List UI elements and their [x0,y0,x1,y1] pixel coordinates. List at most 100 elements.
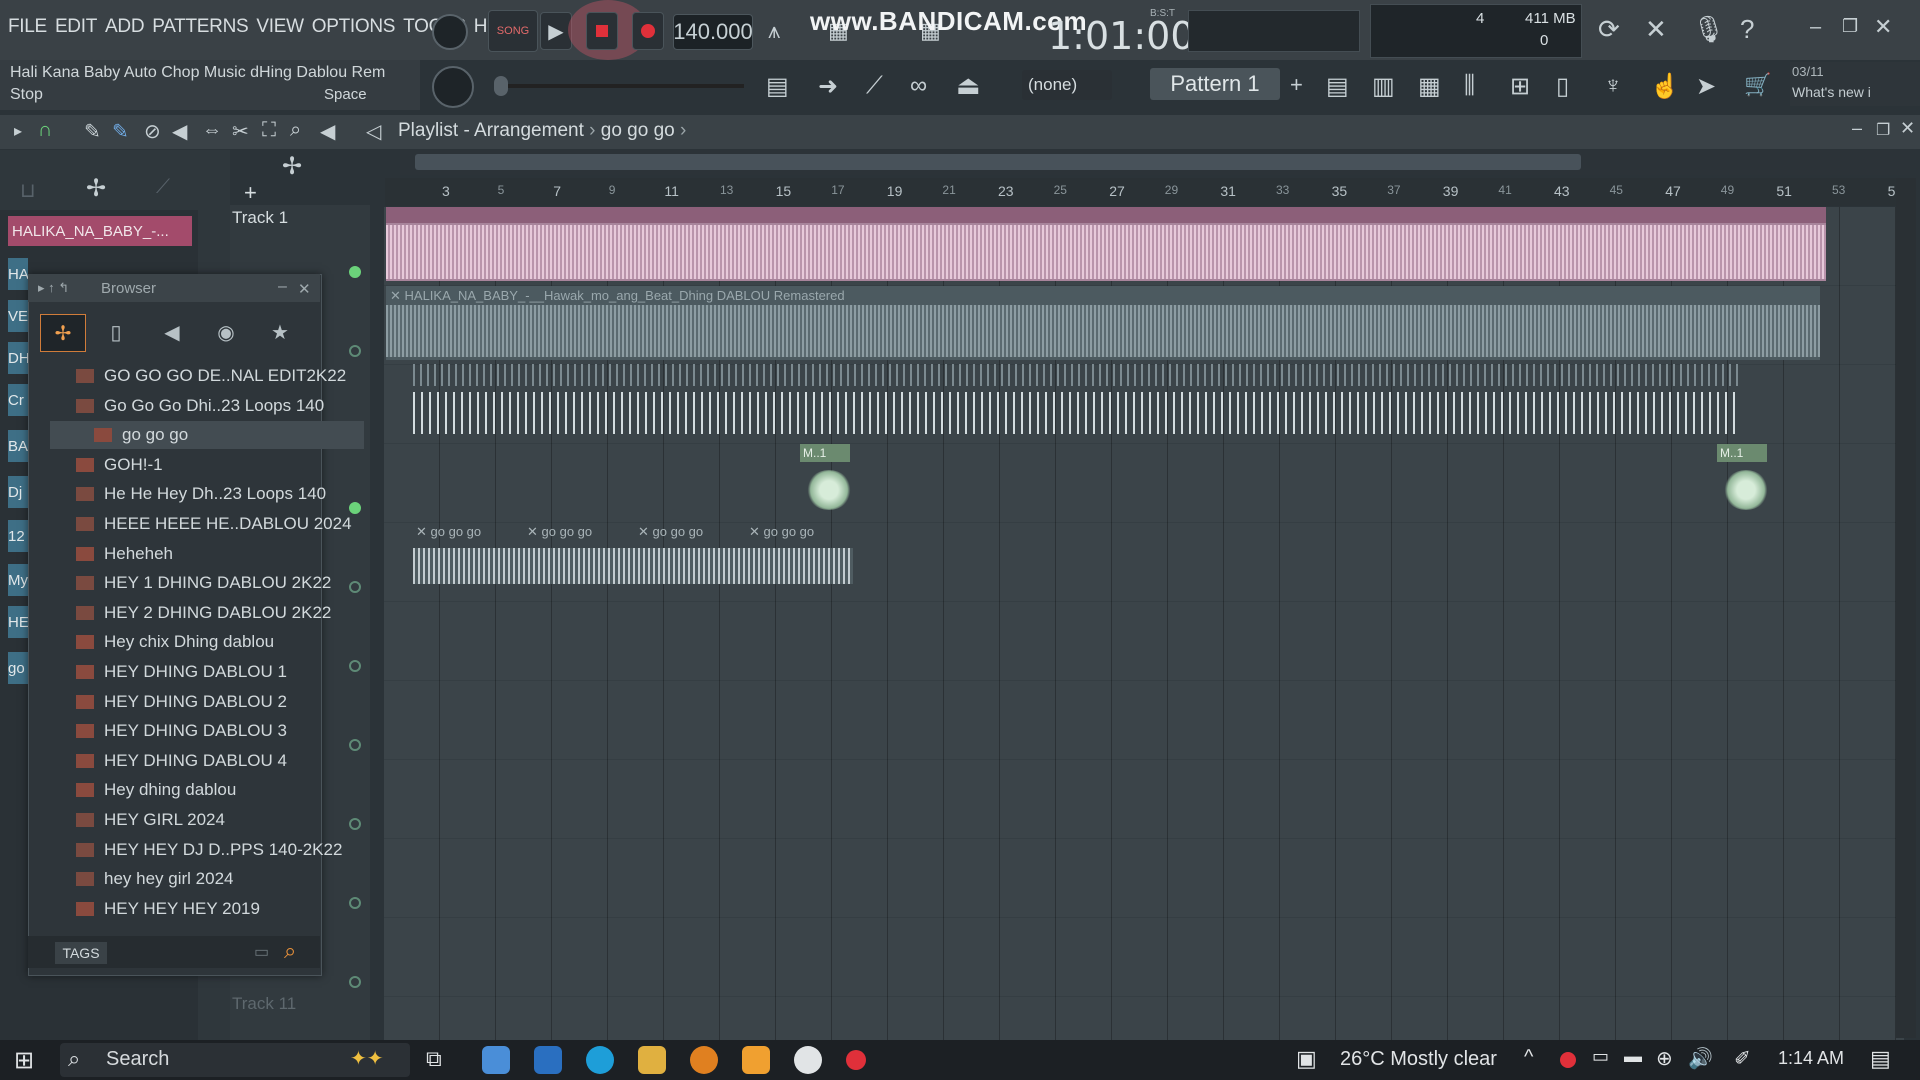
browser-header[interactable] [28,274,320,302]
playlist-breadcrumb[interactable]: go go go [601,120,675,141]
picker-automation-icon[interactable]: ⟋ [156,176,170,199]
recorder-app-icon[interactable] [794,1046,822,1074]
browser-item[interactable]: Hey dhing dablou [76,776,320,804]
side-tab[interactable]: Dj [8,476,28,508]
master-pitch-slider[interactable] [500,84,744,88]
edge-icon[interactable] [586,1046,614,1074]
volume-icon[interactable]: 🔊 [1688,1046,1713,1071]
side-tab[interactable]: HA [8,258,29,290]
zoom-tool-icon[interactable]: ⌕ [290,119,301,142]
browser-item[interactable]: HEY 1 DHING DABLOU 2K22 [76,569,331,597]
stamp-icon[interactable]: ⏏ [956,70,981,101]
browser-tab-audio[interactable]: ◀ [150,314,194,350]
browser-minimize-icon[interactable]: – [278,278,287,296]
menu-edit[interactable]: EDIT [55,16,97,38]
draw-tool-icon[interactable]: ✎ [84,119,101,144]
browser-item[interactable]: Go Go Go Dhi..23 Loops 140 [76,392,324,420]
microphone-icon[interactable]: 🎙 [1692,14,1725,45]
recording-tray-icon[interactable] [1560,1052,1576,1068]
channel-filter-select[interactable]: (none) [1022,70,1112,100]
pattern-clip[interactable]: ✕ go go go [749,524,814,540]
browser-item[interactable]: hey hey girl 2024 [76,865,320,893]
track-name[interactable]: Track 1 [232,208,288,228]
fl-studio-icon[interactable] [690,1046,718,1074]
channel-rack-icon[interactable]: ▦ [1418,72,1441,101]
browser-item[interactable]: HEY DHING DABLOU 2 [76,688,320,716]
select-tool-icon[interactable]: ⛶ [262,119,276,142]
menu-options[interactable]: OPTIONS [312,16,396,38]
pattern-selector[interactable]: Pattern 1 [1150,68,1280,100]
track-mute-toggle[interactable] [349,739,361,751]
song-position-display[interactable]: 1:01:00 [1048,14,1195,58]
piano-roll-icon[interactable]: ▤ [766,72,789,101]
playlist-maximize-icon[interactable]: ❐ [1876,120,1890,140]
playlist-icon[interactable]: ▤ [1326,72,1349,101]
slider-handle[interactable] [494,76,508,96]
browser-item[interactable]: GOH!-1 [76,451,320,479]
marker-clip[interactable]: M..1 [800,444,850,462]
browser-item[interactable]: He He Hey Dh..23 Loops 140 [76,480,326,508]
picker-tab-icon[interactable]: ⊔ [20,178,36,203]
browser-tab-plugins[interactable]: ◉ [204,314,248,350]
browser-item[interactable]: Heheheh [76,540,320,568]
browser-tab-project[interactable]: ▯ [94,314,138,350]
browser-menu-icon[interactable]: ▸ ↑ ↰ [38,280,69,296]
pattern-clip[interactable]: ✕ go go go [638,524,703,540]
browser-item[interactable]: HEY DHING DABLOU 4 [76,747,320,775]
camera-tray-icon[interactable]: ▭ [1592,1046,1609,1067]
pattern-clip[interactable]: ✕ go go go [416,524,481,540]
scrollbar-thumb[interactable] [415,154,1581,170]
track-mute-toggle[interactable] [349,897,361,909]
browser-item[interactable]: go go go [50,421,364,450]
piano-roll-window-icon[interactable]: ▥ [1372,72,1395,101]
arrow-right-icon[interactable]: ➜ [818,72,838,101]
clock[interactable]: 1:14 AM [1778,1048,1844,1069]
link-icon[interactable]: ∞ [910,72,927,100]
browser-tab-favorites[interactable]: ★ [258,314,302,350]
add-track-icon[interactable]: + [244,180,257,206]
playlist-minimize-icon[interactable]: – [1852,118,1862,139]
browser-tab-all[interactable]: ✢ [40,314,86,352]
restore-icon[interactable]: ❐ [1842,16,1858,37]
selected-clip-source[interactable]: HALIKA_NA_BABY_-... [8,216,192,246]
browser-toggle-icon[interactable]: ⊞ [1510,72,1530,101]
pencil-icon[interactable]: ⟋ [866,72,883,100]
vertical-scrollbar[interactable] [1896,178,1916,1038]
record-button[interactable] [632,12,664,50]
refresh-icon[interactable]: ⟳ [1598,14,1620,45]
track-mute-toggle[interactable] [349,345,361,357]
weather-icon[interactable]: ▣ [1296,1046,1317,1072]
slice-tool-icon[interactable]: ✂ [232,119,249,144]
master-volume-knob[interactable] [432,14,468,50]
mute-tool-icon[interactable]: ◀ [172,119,187,144]
magnet-icon[interactable]: ∩ [38,119,52,142]
side-tab[interactable]: 12 [8,520,28,552]
tray-overflow-icon[interactable]: ^ [1524,1046,1533,1069]
playback-tool-icon[interactable]: ◀ [320,119,335,144]
close-icon[interactable]: ✕ [1874,14,1892,40]
side-tab[interactable]: BA [8,430,28,462]
track-mute-toggle[interactable] [349,266,361,278]
tools-icon[interactable]: ✕ [1645,14,1667,45]
menu-patterns[interactable]: PATTERNS [152,16,248,38]
media-player-icon[interactable] [742,1046,770,1074]
outlook-icon[interactable] [534,1046,562,1074]
task-view-icon[interactable]: ⧉ [426,1046,454,1074]
tags-button[interactable]: TAGS [55,942,107,964]
track-mute-toggle[interactable] [349,502,361,514]
cart-icon[interactable]: 🛒 [1744,72,1771,98]
menu-file[interactable]: FILE [8,16,47,38]
slip-tool-icon[interactable]: ⇔ [202,119,222,142]
snap-icon[interactable]: ✢ [282,152,302,181]
help-icon[interactable]: ? [1740,14,1754,45]
project-icon[interactable]: ▯ [1556,72,1569,101]
weather-text[interactable]: 26°C Mostly clear [1340,1048,1497,1071]
metronome-icon[interactable]: ⩚ [768,18,780,44]
marker-clip[interactable]: M..1 [1717,444,1767,462]
side-tab[interactable]: My [8,564,28,596]
browser-item[interactable]: HEY HEY HEY 2019 [76,895,320,923]
send-icon[interactable]: ➤ [1696,72,1716,101]
menu-add[interactable]: ADD [105,16,145,38]
copilot-icon[interactable] [482,1046,510,1074]
track-mute-toggle[interactable] [349,581,361,593]
